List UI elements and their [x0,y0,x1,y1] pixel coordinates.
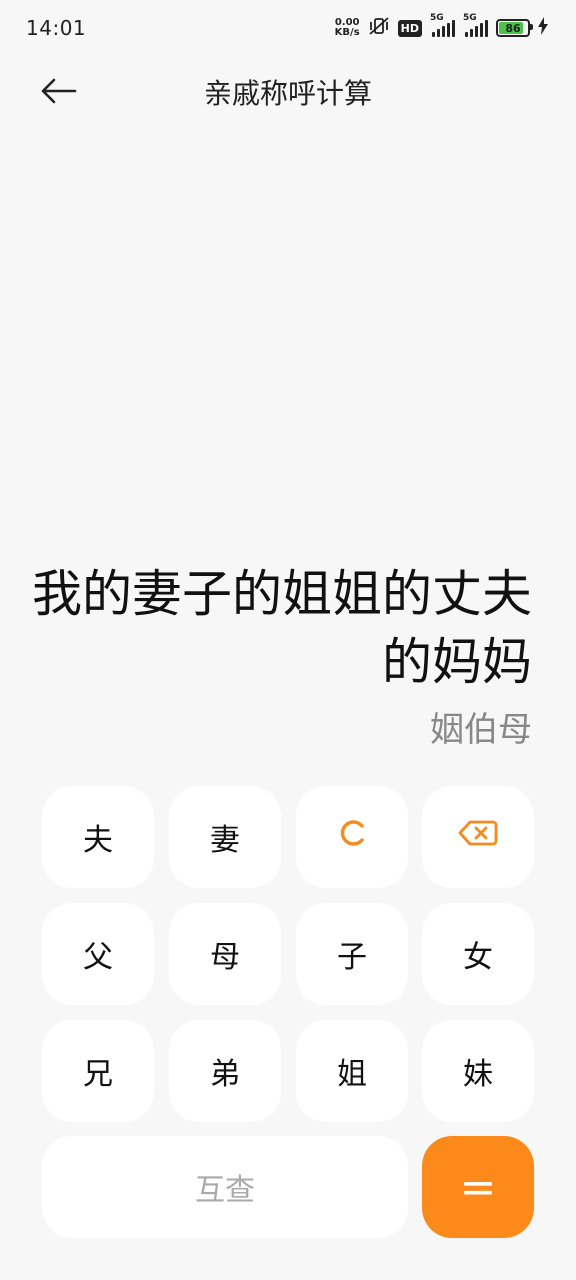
key-son[interactable]: 子 [296,903,408,1005]
key-daughter[interactable]: 女 [422,903,534,1005]
battery-icon: 86 [496,19,533,37]
signal-type-label: 5G [430,13,444,23]
hd-voice-badge: HD [397,19,422,37]
key-wife[interactable]: 妻 [169,786,281,888]
backspace-icon [458,819,498,855]
charging-icon [538,17,548,39]
key-younger-brother[interactable]: 弟 [169,1020,281,1122]
backspace-button[interactable] [422,786,534,888]
status-time: 14:01 [26,16,87,40]
status-bar: 14:01 0.00 KB/s HD 5G 5G 86 [0,0,576,56]
clear-button[interactable] [296,786,408,888]
key-husband[interactable]: 夫 [42,786,154,888]
page-title: 亲戚称呼计算 [203,77,372,110]
equals-button[interactable]: = [422,1136,534,1238]
mutual-lookup-button[interactable]: 互查 [42,1136,408,1238]
clear-icon [337,818,367,856]
key-father[interactable]: 父 [42,903,154,1005]
signal-strength-icon-2: 5G [463,13,488,37]
signal-strength-icon: 5G [430,13,455,37]
key-elder-sister[interactable]: 姐 [296,1020,408,1122]
signal-type-label-2: 5G [463,13,477,23]
relation-result: 姻伯母 [430,710,532,750]
vibrate-off-icon [368,16,390,40]
network-speed: 0.00 KB/s [335,18,360,38]
key-elder-brother[interactable]: 兄 [42,1020,154,1122]
status-icons: 0.00 KB/s HD 5G 5G 86 [335,13,548,42]
network-speed-unit: KB/s [334,27,360,38]
key-mother[interactable]: 母 [169,903,281,1005]
relation-expression: 我的妻子的姐姐的丈夫的妈妈 [32,565,532,691]
key-younger-sister[interactable]: 妹 [422,1020,534,1122]
battery-level: 86 [505,21,521,35]
